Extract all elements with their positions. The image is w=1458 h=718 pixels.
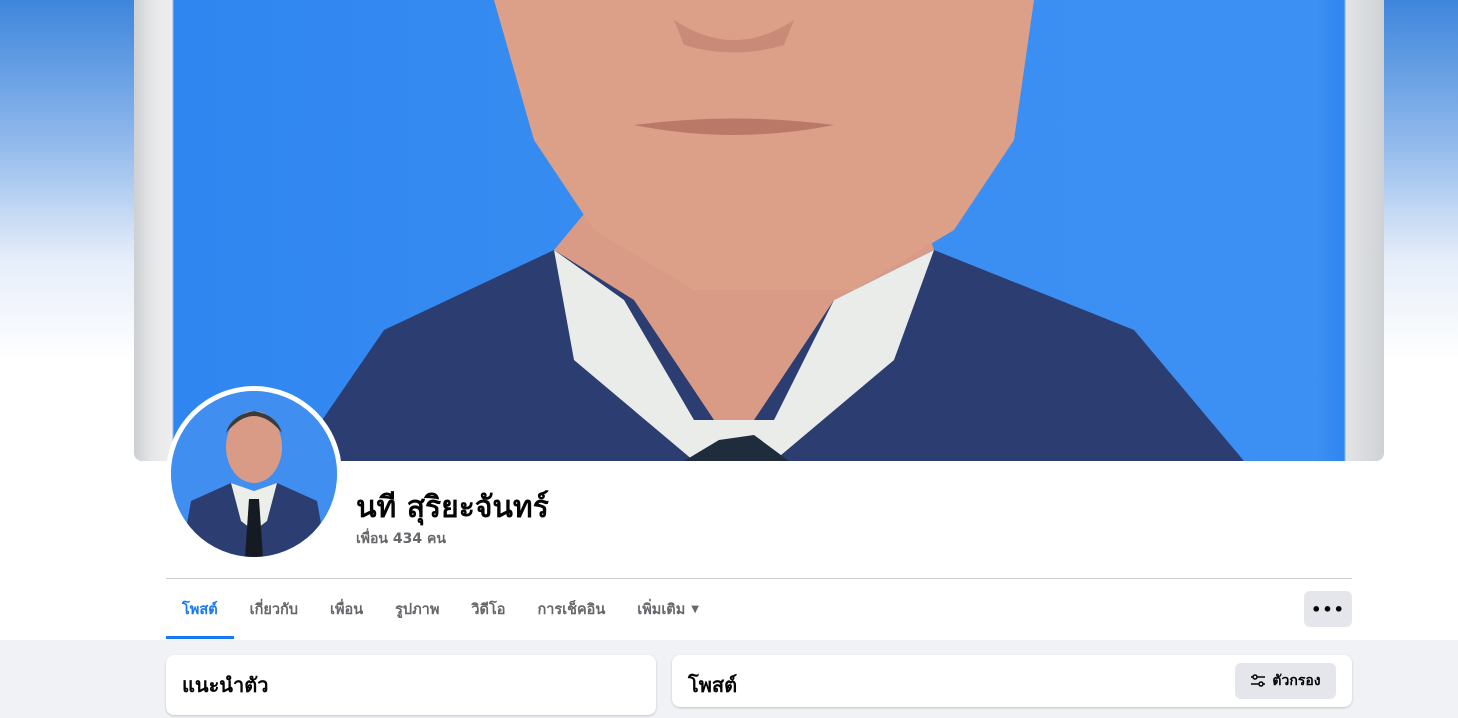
profile-name: นที สุริยะจันทร์ (356, 490, 549, 525)
tab-about[interactable]: เกี่ยวกับ (234, 579, 314, 639)
friends-count-link[interactable]: เพื่อน 434 คน (356, 528, 446, 550)
sliders-icon (1251, 674, 1266, 687)
tab-posts[interactable]: โพสต์ (166, 579, 234, 639)
tab-videos[interactable]: วิดีโอ (455, 579, 521, 639)
filter-button[interactable]: ตัวกรอง (1235, 663, 1336, 699)
tab-more-label: เพิ่มเติม (637, 601, 686, 618)
more-options-button[interactable]: ••• (1304, 591, 1352, 627)
tab-photos-label: รูปภาพ (395, 601, 440, 618)
cover-photo[interactable] (134, 0, 1384, 461)
profile-avatar[interactable] (166, 386, 342, 562)
tab-friends[interactable]: เพื่อน (314, 579, 379, 639)
avatar-image (171, 391, 337, 557)
cover-portrait-image (294, 0, 1244, 461)
profile-tabs: โพสต์ เกี่ยวกับ เพื่อน รูปภาพ วิดีโอ การ… (166, 579, 715, 639)
tab-friends-label: เพื่อน (329, 601, 364, 618)
intro-title: แนะนำตัว (182, 673, 269, 697)
avatar-portrait (171, 391, 337, 557)
tab-checkins[interactable]: การเช็คอิน (521, 579, 621, 639)
posts-title: โพสต์ (688, 673, 738, 697)
tab-videos-label: วิดีโอ (471, 601, 506, 618)
tab-about-label: เกี่ยวกับ (249, 601, 298, 618)
tab-checkins-label: การเช็คอิน (537, 601, 606, 618)
ellipsis-icon: ••• (1311, 599, 1345, 619)
caret-down-icon: ▼ (691, 603, 699, 615)
tab-more[interactable]: เพิ่มเติม ▼ (621, 579, 715, 639)
filter-label: ตัวกรอง (1272, 673, 1321, 689)
posts-card: โพสต์ ตัวกรอง (672, 655, 1352, 707)
tab-photos[interactable]: รูปภาพ (379, 579, 455, 639)
tab-posts-label: โพสต์ (182, 601, 218, 618)
intro-card: แนะนำตัว (166, 655, 656, 715)
